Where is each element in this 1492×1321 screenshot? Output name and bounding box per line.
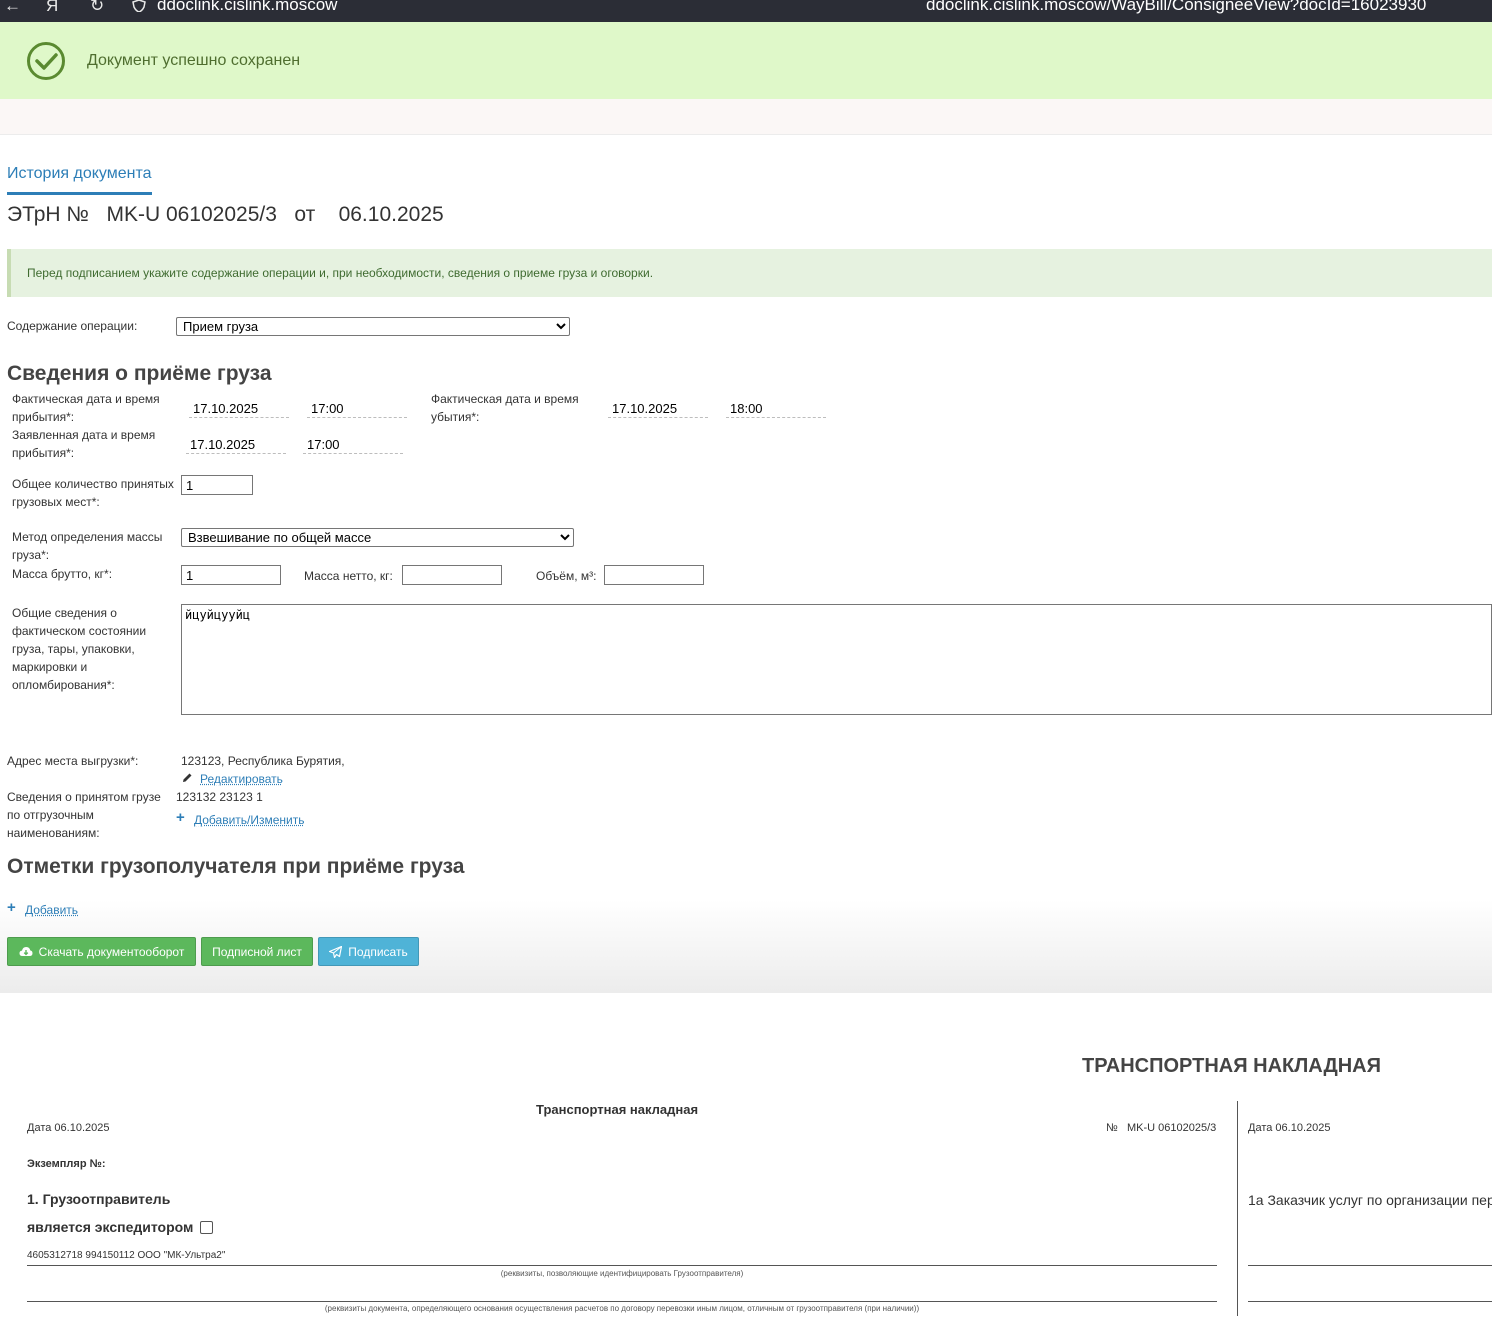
- forwarder-checkbox[interactable]: [200, 1221, 213, 1234]
- paper-plane-icon: [329, 945, 343, 958]
- gross-mass-label: Масса брутто, кг*:: [12, 567, 113, 581]
- success-message: Документ успешно сохранен: [87, 52, 301, 69]
- yandex-icon[interactable]: Я: [46, 0, 58, 16]
- waybill-number: № MK-U 06102025/3: [1106, 1122, 1217, 1134]
- actual-arrival-time[interactable]: 17:00: [307, 398, 407, 418]
- check-circle-icon: [27, 42, 65, 80]
- marks-heading: Отметки грузополучателя при приёме груза: [7, 855, 465, 878]
- shipper-value: 4605312718 994150112 ООО "МК-Ультра2": [27, 1250, 226, 1261]
- download-button-label: Скачать документооборот: [38, 944, 185, 959]
- back-arrow-icon[interactable]: ←: [4, 0, 21, 16]
- browser-url[interactable]: ddoclink.cislink.moscow/WayBill/Consigne…: [926, 0, 1426, 15]
- condition-textarea[interactable]: йцуйцууйц: [181, 604, 1492, 715]
- actual-departure-time[interactable]: 18:00: [726, 398, 826, 418]
- waybill-subtitle: Транспортная накладная: [536, 1102, 699, 1117]
- sign-button[interactable]: Подписать: [318, 937, 419, 966]
- operation-label: Содержание операции:: [7, 319, 138, 333]
- download-button[interactable]: Скачать документооборот: [7, 937, 196, 966]
- plus-icon[interactable]: +: [7, 899, 16, 916]
- mass-method-label: Метод определения массы груза*:: [12, 530, 163, 562]
- divider: [27, 1301, 1217, 1302]
- net-mass-label: Масса нетто, кг:: [304, 569, 393, 583]
- browser-host[interactable]: ddoclink.cislink.moscow: [157, 0, 337, 15]
- tab-active-indicator: [7, 192, 152, 195]
- volume-input[interactable]: [604, 565, 704, 585]
- places-input[interactable]: [181, 475, 253, 495]
- places-label: Общее количество принятых грузовых мест*…: [12, 477, 174, 509]
- plus-icon[interactable]: +: [176, 809, 185, 826]
- shipper-caption: (реквизиты, позволяющие идентифицировать…: [500, 1269, 744, 1278]
- tab-document-history[interactable]: История документа: [7, 165, 152, 183]
- shipment-label: Сведения о принятом грузе по отгрузочным…: [7, 790, 161, 840]
- shipment-value: 123132 23123 1: [176, 790, 263, 804]
- condition-label: Общие сведения о фактическом состоянии г…: [12, 606, 147, 692]
- edit-address-link[interactable]: Редактировать: [200, 772, 283, 786]
- customer-heading: 1а Заказчик услуг по организации пер: [1248, 1192, 1492, 1208]
- reload-icon[interactable]: ↻: [90, 0, 104, 16]
- operation-select[interactable]: Прием груза: [176, 317, 570, 336]
- success-alert: Документ успешно сохранен: [0, 22, 1492, 99]
- browser-address-bar: ← Я ↻ ddoclink.cislink.moscow ddoclink.c…: [0, 0, 1492, 22]
- waybill-date: Дата 06.10.2025: [27, 1122, 110, 1134]
- address-value: 123123, Республика Бурятия,: [181, 754, 345, 768]
- declared-arrival-date[interactable]: 17.10.2025: [186, 434, 286, 454]
- divider: [27, 1265, 1217, 1266]
- cloud-download-icon: [19, 946, 33, 956]
- add-change-link[interactable]: Добавить/Изменить: [194, 813, 305, 827]
- divider: [1248, 1265, 1492, 1266]
- signature-sheet-label: Подписной лист: [212, 944, 302, 959]
- shipper-heading: 1. Грузоотправитель: [27, 1191, 171, 1207]
- net-mass-input[interactable]: [402, 565, 502, 585]
- copy-number-label: Экземпляр №:: [27, 1158, 106, 1170]
- signature-sheet-button[interactable]: Подписной лист: [201, 937, 313, 966]
- reception-heading: Сведения о приёме груза: [7, 362, 272, 385]
- right-date: Дата 06.10.2025: [1248, 1122, 1331, 1134]
- page-title: ЭТрН № MK-U 06102025/3 от 06.10.2025: [7, 203, 444, 226]
- actual-departure-date[interactable]: 17.10.2025: [608, 398, 708, 418]
- add-mark-link[interactable]: Добавить: [25, 903, 78, 917]
- info-message: Перед подписанием укажите содержание опе…: [27, 266, 654, 280]
- sign-button-label: Подписать: [348, 944, 408, 959]
- volume-label: Объём, м³:: [536, 569, 597, 583]
- divider: [1248, 1301, 1492, 1302]
- toolbar-strip: [0, 99, 1492, 135]
- basis-caption: (реквизиты документа, определяющего осно…: [324, 1304, 920, 1313]
- gross-mass-input[interactable]: [181, 565, 281, 585]
- info-alert: Перед подписанием укажите содержание опе…: [7, 249, 1492, 297]
- actual-arrival-date[interactable]: 17.10.2025: [189, 398, 289, 418]
- declared-arrival-label: Заявленная дата и время прибытия*:: [12, 428, 156, 460]
- address-label: Адрес места выгрузки*:: [7, 754, 139, 768]
- actual-arrival-label: Фактическая дата и время прибытия*:: [12, 392, 160, 424]
- column-divider: [1237, 1101, 1238, 1316]
- mass-method-select[interactable]: Взвешивание по общей массе: [181, 528, 574, 547]
- actual-departure-label: Фактическая дата и время убытия*:: [431, 392, 579, 424]
- waybill-main-title: ТРАНСПОРТНАЯ НАКЛАДНАЯ: [1082, 1055, 1381, 1077]
- declared-arrival-time[interactable]: 17:00: [303, 434, 403, 454]
- shield-icon: [132, 0, 146, 12]
- pencil-icon[interactable]: [181, 772, 193, 784]
- forwarder-label: является экспедитором: [27, 1219, 194, 1235]
